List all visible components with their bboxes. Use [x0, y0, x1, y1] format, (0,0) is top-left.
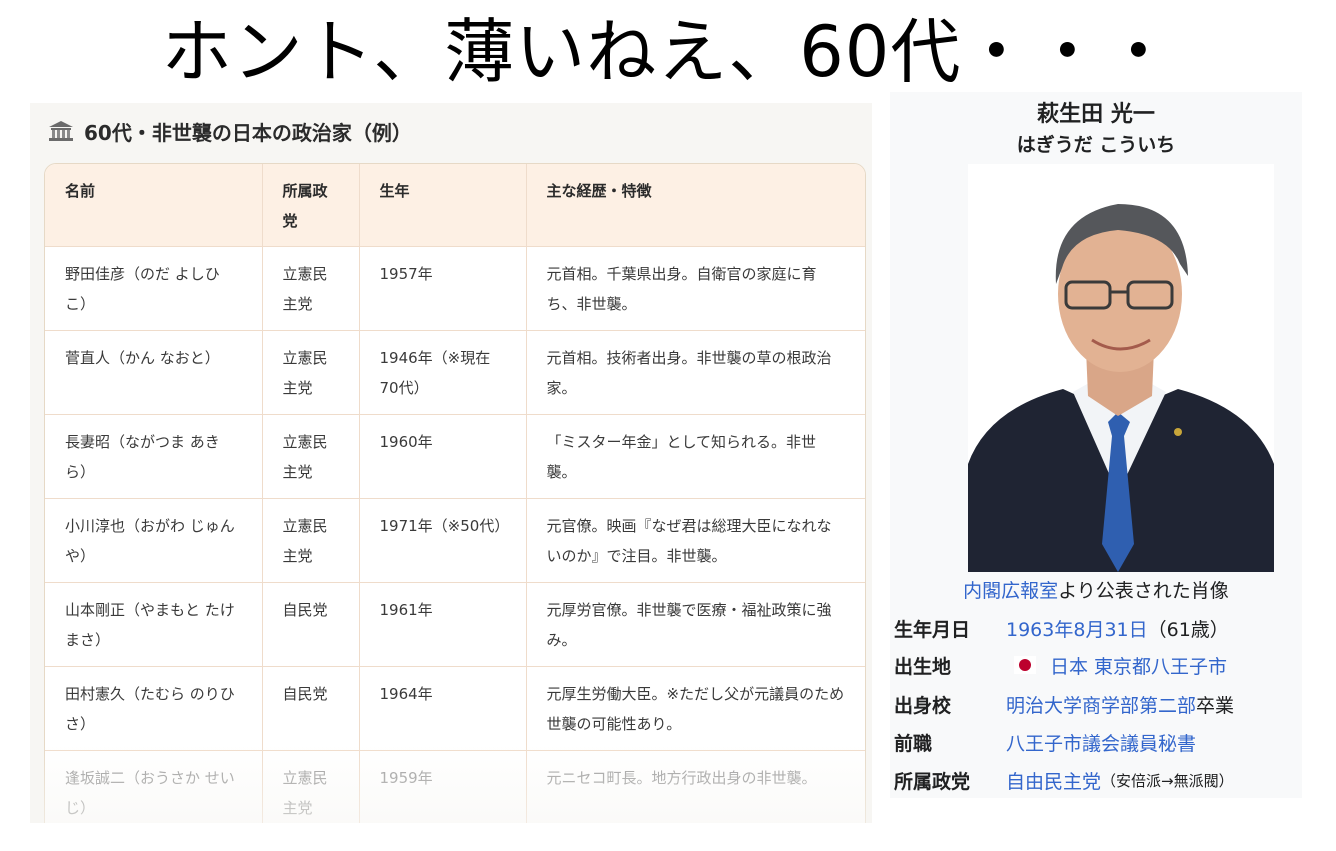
cell-born: 1957年 [359, 246, 527, 331]
cell-notes: 元首相。技術者出身。非世襲の草の根政治家。 [526, 330, 865, 415]
cell-name: 野田佳彦（のだ よしひこ） [45, 246, 263, 331]
column-header-notes: 主な経歴・特徴 [526, 164, 865, 247]
cell-born: 1946年（※現在70代） [359, 330, 527, 415]
cell-name: 菅直人（かん なおと） [45, 330, 263, 415]
cell-name: 小川淳也（おがわ じゅんや） [45, 498, 263, 583]
party-label: 所属政党 [894, 770, 971, 793]
cell-notes: 元首相。千葉県出身。自衛官の家庭に育ち、非世襲。 [526, 246, 865, 331]
school-link[interactable]: 明治大学商学部第二部 [1006, 691, 1196, 718]
cell-party: 自民党 [262, 666, 360, 751]
cell-notes: 元ニセコ町長。地方行政出身の非世襲。 [526, 750, 865, 823]
info-row-school: 出身校 明治大学商学部第二部 卒業 [894, 688, 1302, 720]
cell-born: 1959年 [359, 750, 527, 823]
column-header-party: 所属政党 [262, 164, 360, 247]
caption-source-link[interactable]: 内閣広報室 [963, 580, 1058, 602]
cell-notes: 「ミスター年金」として知られる。非世襲。 [526, 414, 865, 499]
birth-label: 生年月日 [894, 618, 971, 641]
birthplace-link[interactable]: 日本 東京都八王子市 [1050, 652, 1227, 679]
prev-job-label: 前職 [894, 732, 933, 755]
school-suffix: 卒業 [1196, 694, 1235, 717]
portrait-illustration [968, 164, 1274, 572]
cell-notes: 元厚労官僚。非世襲で医療・福祉政策に強み。 [526, 582, 865, 667]
info-row-birthplace: 出生地 日本 東京都八王子市 [894, 649, 1302, 681]
portrait-photo [968, 164, 1274, 572]
cell-party: 立憲民主党 [262, 330, 360, 415]
info-row-birth: 生年月日 1963年8月31日 （61歳） [894, 612, 1302, 644]
table-row: 野田佳彦（のだ よしひこ） 立憲民主党 1957年 元首相。千葉県出身。自衛官の… [45, 246, 865, 331]
cell-born: 1964年 [359, 666, 527, 751]
column-header-name: 名前 [45, 164, 263, 247]
school-label: 出身校 [894, 694, 952, 717]
table-header-row: 名前 所属政党 生年 主な経歴・特徴 [45, 164, 865, 247]
info-row-party: 所属政党 自由民主党 （安倍派→無派閥） [894, 764, 1302, 796]
portrait-caption: 内閣広報室より公表された肖像 [890, 576, 1302, 603]
table-row: 逢坂誠二（おうさか せいじ） 立憲民主党 1959年 元ニセコ町長。地方行政出身… [45, 750, 865, 823]
birth-age: （61歳） [1147, 618, 1229, 641]
column-header-born: 生年 [359, 164, 527, 247]
caption-text: より公表された肖像 [1058, 580, 1229, 602]
person-name: 萩生田 光一 [1037, 102, 1155, 127]
japan-flag-icon [1014, 656, 1036, 674]
headline: ホント、薄いねえ、60代・・・ [161, 11, 1175, 93]
cell-born: 1960年 [359, 414, 527, 499]
cell-name: 長妻昭（ながつま あきら） [45, 414, 263, 499]
cell-party: 立憲民主党 [262, 750, 360, 823]
panel-title: 60代・非世襲の日本の政治家（例） [48, 117, 412, 145]
faction-text: （安倍派→無派閥） [1101, 771, 1234, 790]
cell-party: 立憲民主党 [262, 498, 360, 583]
cell-party: 立憲民主党 [262, 246, 360, 331]
party-link[interactable]: 自由民主党 [1006, 767, 1101, 794]
table-row: 長妻昭（ながつま あきら） 立憲民主党 1960年 「ミスター年金」として知られ… [45, 414, 865, 499]
cell-notes: 元厚生労働大臣。※ただし父が元議員のため世襲の可能性あり。 [526, 666, 865, 751]
birth-date-link[interactable]: 1963年8月31日 [1006, 615, 1148, 642]
cell-born: 1971年（※50代） [359, 498, 527, 583]
cell-party: 立憲民主党 [262, 414, 360, 499]
table-row: 田村憲久（たむら のりひさ） 自民党 1964年 元厚生労働大臣。※ただし父が元… [45, 666, 865, 751]
cell-name: 田村憲久（たむら のりひさ） [45, 666, 263, 751]
panel-title-text: 60代・非世襲の日本の政治家（例） [84, 120, 412, 145]
prev-job-link[interactable]: 八王子市議会議員秘書 [1006, 729, 1196, 756]
cell-party: 自民党 [262, 582, 360, 667]
bank-icon [49, 121, 73, 141]
politicians-panel: 60代・非世襲の日本の政治家（例） 名前 所属政党 生年 主な経歴・特徴 野田佳… [30, 103, 872, 823]
politicians-table: 名前 所属政党 生年 主な経歴・特徴 野田佳彦（のだ よしひこ） 立憲民主党 1… [44, 163, 866, 823]
birthplace-label: 出生地 [894, 655, 952, 678]
cell-born: 1961年 [359, 582, 527, 667]
info-row-prev-job: 前職 八王子市議会議員秘書 [894, 726, 1302, 758]
person-infobox: 萩生田 光一 はぎうだ こういち 内閣広報室より公表された肖像 生年月日 196… [890, 92, 1302, 798]
table-row: 小川淳也（おがわ じゅんや） 立憲民主党 1971年（※50代） 元官僚。映画『… [45, 498, 865, 583]
cell-name: 山本剛正（やまもと たけまさ） [45, 582, 263, 667]
table-row: 山本剛正（やまもと たけまさ） 自民党 1961年 元厚労官僚。非世襲で医療・福… [45, 582, 865, 667]
cell-name: 逢坂誠二（おうさか せいじ） [45, 750, 263, 823]
person-reading: はぎうだ こういち [1016, 134, 1176, 156]
table-row: 菅直人（かん なおと） 立憲民主党 1946年（※現在70代） 元首相。技術者出… [45, 330, 865, 415]
cell-notes: 元官僚。映画『なぜ君は総理大臣になれないのか』で注目。非世襲。 [526, 498, 865, 583]
